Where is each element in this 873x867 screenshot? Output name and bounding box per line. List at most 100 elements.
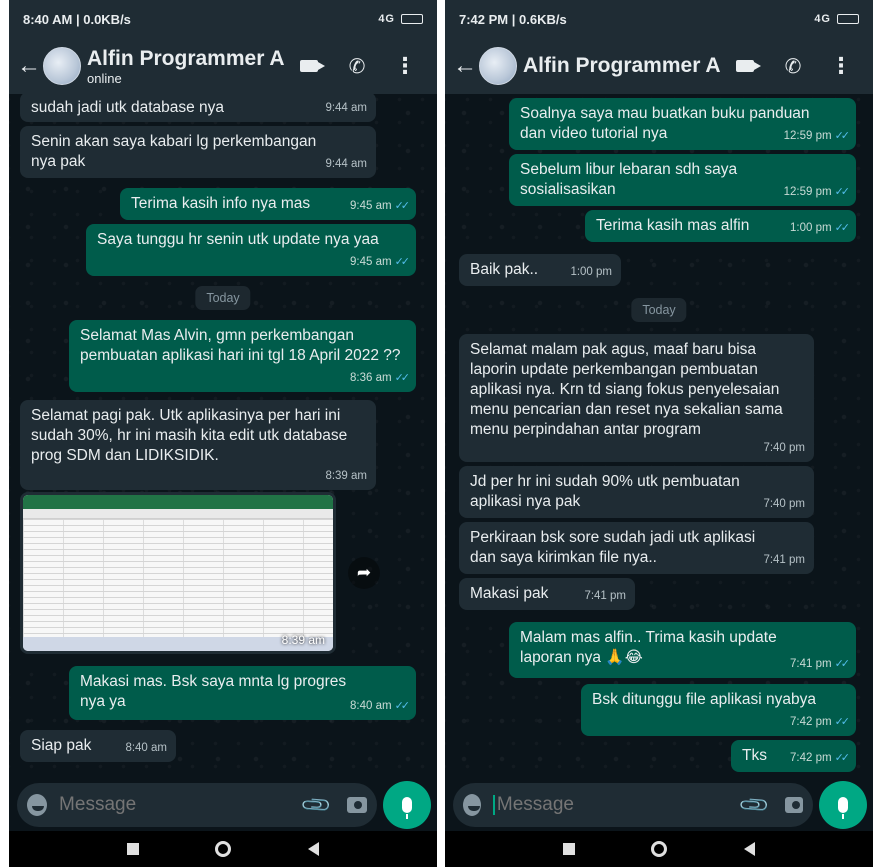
camera-icon[interactable] bbox=[784, 797, 803, 813]
message-bubble[interactable]: sudah jadi utk database nya 9:44 am bbox=[20, 94, 376, 122]
camera-icon[interactable] bbox=[346, 797, 367, 813]
message-time: 9:45 am ✓✓ bbox=[350, 252, 411, 272]
back-button[interactable] bbox=[307, 842, 319, 856]
message-time: 7:42 pm ✓✓ bbox=[790, 712, 850, 732]
message-bubble[interactable]: Makasi mas. Bsk saya mnta lg progres nya… bbox=[69, 666, 416, 720]
spreadsheet-toolbar bbox=[23, 509, 333, 519]
message-bubble[interactable]: Terima kasih info nya mas 9:45 am ✓✓ bbox=[120, 188, 416, 220]
message-time-text: 9:45 am bbox=[350, 256, 392, 268]
message-input[interactable] bbox=[496, 794, 742, 816]
battery-icon bbox=[401, 14, 423, 24]
right-phone-screen: 7:42 PM | 0.6KB/s 4G ← Alfin Programmer … bbox=[445, 0, 873, 867]
message-text: Selamat pagi pak. Utk aplikasinya per ha… bbox=[31, 407, 348, 464]
message-time: 9:44 am bbox=[325, 158, 367, 170]
message-text: Bsk ditunggu file aplikasi nyabya bbox=[592, 691, 817, 708]
day-divider: Today bbox=[631, 298, 687, 322]
attach-icon[interactable]: 📎 bbox=[299, 787, 334, 822]
message-bubble[interactable]: Baik pak.. 1:00 pm bbox=[459, 254, 621, 286]
message-time-text: 12:59 pm bbox=[783, 130, 832, 142]
status-bar: 7:42 PM | 0.6KB/s 4G bbox=[445, 0, 873, 38]
message-composer: 📎 bbox=[17, 783, 377, 827]
message-bubble[interactable]: Malam mas alfin.. Trima kasih update lap… bbox=[509, 622, 856, 678]
image-time: 8:39 am bbox=[281, 633, 325, 647]
attach-icon[interactable]: 📎 bbox=[737, 787, 772, 822]
message-bubble[interactable]: Makasi pak 7:41 pm bbox=[459, 578, 635, 610]
system-nav-bar bbox=[445, 831, 873, 867]
message-time: 7:42 pm ✓✓ bbox=[790, 748, 850, 768]
status-time: 7:42 PM | 0.6KB/s bbox=[459, 11, 567, 27]
avatar[interactable] bbox=[479, 47, 517, 85]
message-time: 8:39 am bbox=[325, 470, 367, 482]
message-bubble[interactable]: Selamat pagi pak. Utk aplikasinya per ha… bbox=[20, 400, 376, 490]
message-time: 9:45 am ✓✓ bbox=[350, 196, 410, 216]
status-bar: 8:40 AM | 0.0KB/s 4G bbox=[9, 0, 437, 38]
message-bubble[interactable]: Jd per hr ini sudah 90% utk pembuatan ap… bbox=[459, 466, 814, 518]
home-button[interactable] bbox=[651, 841, 668, 857]
message-text: Jd per hr ini sudah 90% utk pembuatan ap… bbox=[470, 473, 740, 510]
message-composer: 📎 bbox=[453, 783, 813, 827]
video-camera-icon bbox=[300, 60, 325, 72]
message-time: 7:41 pm bbox=[763, 554, 805, 566]
chat-area[interactable]: sudah jadi utk database nya 9:44 am Seni… bbox=[9, 94, 437, 777]
message-text: Selamat Mas Alvin, gmn perkembangan pemb… bbox=[80, 327, 401, 364]
message-bubble[interactable]: Tks 7:42 pm ✓✓ bbox=[731, 740, 856, 772]
message-text: Saya tunggu hr senin utk update nya yaa bbox=[97, 231, 379, 248]
more-options-button[interactable]: ⋮ bbox=[817, 53, 865, 79]
message-input[interactable] bbox=[59, 794, 305, 816]
chat-title[interactable]: Alfin Programmer Ap... bbox=[523, 54, 721, 78]
chat-area[interactable]: Soalnya saya mau buatkan buku panduan da… bbox=[445, 94, 873, 777]
message-bubble[interactable]: Senin akan saya kabari lg perkembangan n… bbox=[20, 126, 376, 178]
back-arrow-icon[interactable]: ← bbox=[453, 52, 477, 80]
recents-button[interactable] bbox=[563, 843, 576, 855]
spreadsheet-ribbon bbox=[23, 495, 333, 509]
contact-name: Alfin Programmer Ap... bbox=[87, 46, 285, 70]
status-time: 8:40 AM | 0.0KB/s bbox=[23, 11, 131, 27]
status-icons: 4G bbox=[814, 13, 859, 25]
message-bubble[interactable]: Bsk ditunggu file aplikasi nyabya 7:42 p… bbox=[581, 684, 856, 736]
message-text: Perkiraan bsk sore sudah jadi utk aplika… bbox=[470, 529, 756, 566]
avatar[interactable] bbox=[43, 47, 81, 85]
microphone-icon bbox=[402, 797, 412, 819]
forward-icon[interactable]: ➦ bbox=[348, 557, 380, 589]
recents-button[interactable] bbox=[127, 843, 140, 855]
video-call-button[interactable] bbox=[721, 60, 769, 72]
message-bubble[interactable]: Saya tunggu hr senin utk update nya yaa … bbox=[86, 224, 416, 276]
image-message[interactable]: 8:39 am bbox=[20, 492, 336, 654]
home-button[interactable] bbox=[215, 841, 232, 857]
message-time-text: 8:40 am bbox=[350, 700, 392, 712]
message-bubble[interactable]: Perkiraan bsk sore sudah jadi utk aplika… bbox=[459, 522, 814, 574]
day-divider: Today bbox=[195, 286, 251, 310]
contact-status: online bbox=[87, 70, 122, 86]
voice-call-button[interactable]: ✆ bbox=[333, 54, 381, 79]
voice-call-button[interactable]: ✆ bbox=[769, 54, 817, 79]
message-time: 9:44 am bbox=[325, 102, 367, 114]
message-time-text: 8:36 am bbox=[350, 372, 392, 384]
message-time-text: 12:59 pm bbox=[783, 186, 832, 198]
message-bubble[interactable]: Terima kasih mas alfin 1:00 pm ✓✓ bbox=[585, 210, 856, 242]
message-bubble[interactable]: Soalnya saya mau buatkan buku panduan da… bbox=[509, 98, 856, 150]
voice-record-button[interactable] bbox=[383, 781, 431, 829]
chat-header: ← Alfin Programmer Ap... ✆ ⋮ bbox=[445, 38, 873, 94]
message-text: Selamat malam pak agus, maaf baru bisa l… bbox=[470, 341, 783, 438]
more-options-button[interactable]: ⋮ bbox=[381, 53, 429, 79]
message-time: 8:40 am bbox=[125, 742, 167, 754]
spreadsheet-screenshot[interactable]: 8:39 am bbox=[23, 495, 333, 651]
phone-icon: ✆ bbox=[348, 55, 366, 78]
read-receipt-icon: ✓✓ bbox=[394, 256, 411, 268]
read-receipt-icon: ✓✓ bbox=[834, 222, 851, 234]
message-bubble[interactable]: Sebelum libur lebaran sdh saya sosialisa… bbox=[509, 154, 856, 206]
emoji-icon[interactable] bbox=[27, 794, 48, 816]
back-button[interactable] bbox=[743, 842, 755, 856]
microphone-icon bbox=[838, 797, 848, 819]
message-time-text: 7:42 pm bbox=[790, 752, 832, 764]
chat-title[interactable]: Alfin Programmer Ap... online bbox=[87, 47, 285, 86]
message-text: sudah jadi utk database nya bbox=[31, 99, 225, 116]
message-bubble[interactable]: Selamat Mas Alvin, gmn perkembangan pemb… bbox=[69, 320, 416, 392]
phone-icon: ✆ bbox=[784, 55, 802, 78]
emoji-icon[interactable] bbox=[463, 794, 482, 816]
voice-record-button[interactable] bbox=[819, 781, 867, 829]
message-bubble[interactable]: Selamat malam pak agus, maaf baru bisa l… bbox=[459, 334, 814, 462]
back-arrow-icon[interactable]: ← bbox=[17, 52, 41, 80]
message-bubble[interactable]: Siap pak 8:40 am bbox=[20, 730, 176, 762]
video-call-button[interactable] bbox=[285, 60, 333, 72]
